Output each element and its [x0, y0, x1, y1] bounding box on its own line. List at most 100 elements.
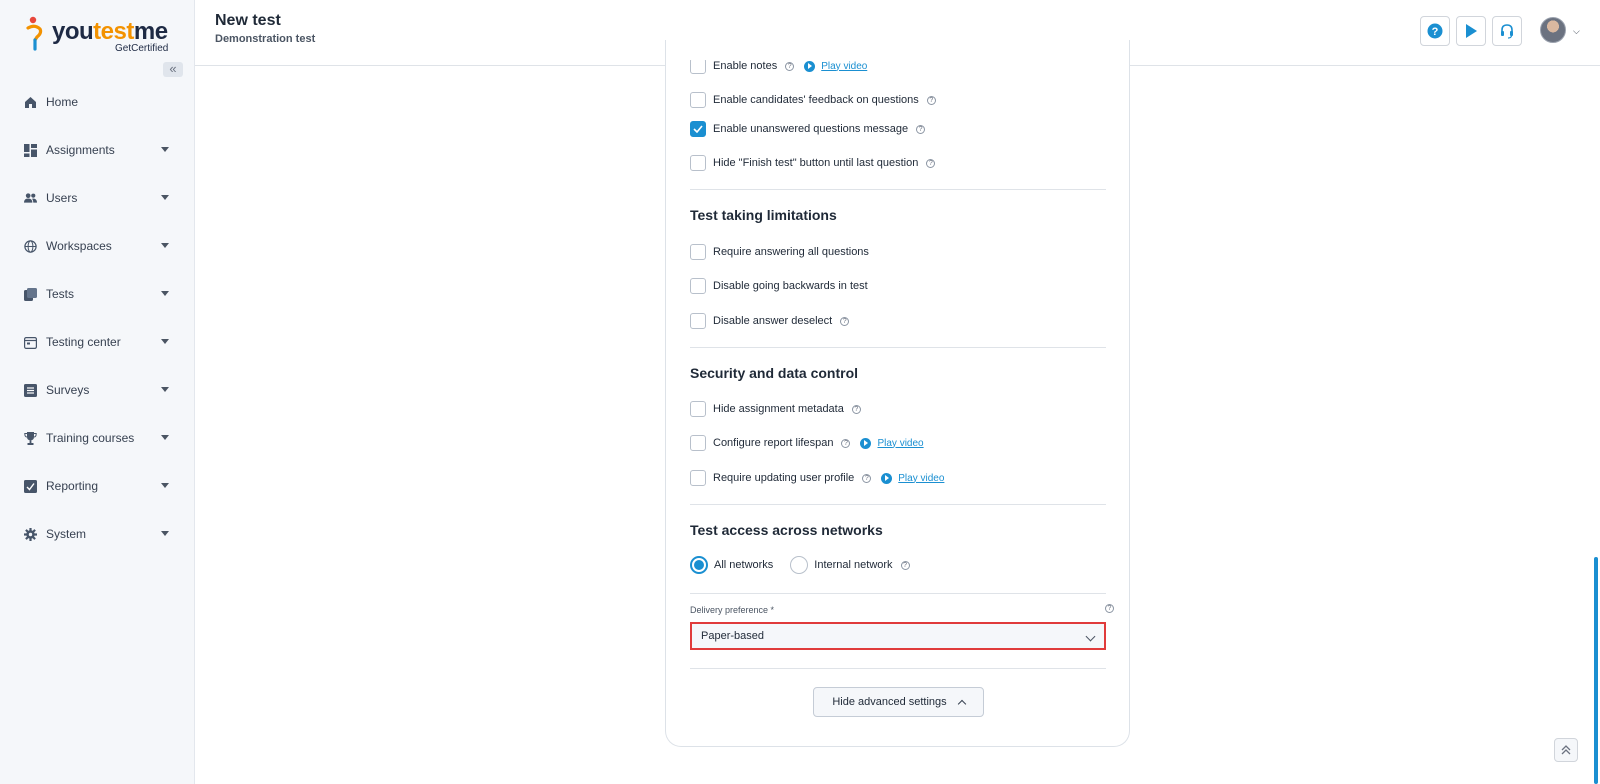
checkbox[interactable] [690, 470, 706, 486]
checkbox[interactable] [690, 401, 706, 417]
divider [690, 189, 1106, 190]
sidebar-item-assignments[interactable]: Assignments [0, 126, 195, 174]
tutorial-play-button[interactable] [1456, 16, 1486, 46]
delivery-preference-select[interactable]: Paper-based [690, 622, 1106, 650]
info-icon[interactable]: ? [862, 473, 872, 483]
setting-disable-deselect[interactable]: Disable answer deselect ? [690, 312, 850, 330]
info-icon[interactable]: ? [840, 316, 850, 326]
scroll-to-top-button[interactable] [1554, 738, 1578, 762]
svg-text:?: ? [1432, 26, 1439, 38]
chevron-down-icon [161, 435, 169, 440]
delivery-preference-label: Delivery preference * [690, 605, 775, 615]
support-button[interactable] [1492, 16, 1522, 46]
sidebar-item-reporting[interactable]: Reporting [0, 462, 195, 510]
play-video-link[interactable]: Play video [881, 472, 944, 484]
setting-require-answering[interactable]: Require answering all questions [690, 243, 869, 261]
chevron-up-icon [957, 699, 966, 709]
checkbox[interactable] [690, 435, 706, 451]
setting-label: Enable candidates' feedback on questions [713, 94, 919, 106]
setting-label: Hide "Finish test" button until last que… [713, 157, 919, 169]
setting-label: Disable going backwards in test [713, 280, 868, 292]
checkbox[interactable] [690, 60, 706, 74]
sidebar: youtestme GetCertified « Home Assignment… [0, 0, 195, 784]
divider [690, 668, 1106, 669]
setting-label: Hide assignment metadata [713, 403, 844, 415]
play-video-link[interactable]: Play video [804, 60, 867, 72]
setting-candidates-feedback[interactable]: Enable candidates' feedback on questions… [690, 91, 936, 109]
setting-hide-metadata[interactable]: Hide assignment metadata ? [690, 400, 861, 418]
sidebar-item-label: Training courses [46, 431, 135, 445]
radio-internal-network[interactable] [790, 556, 809, 574]
play-circle-icon [860, 437, 872, 449]
chevron-down-icon[interactable]: ⌵ [1573, 26, 1580, 37]
setting-label: Require answering all questions [713, 246, 869, 258]
radio-all-networks[interactable] [690, 556, 708, 574]
info-icon[interactable]: ? [841, 438, 851, 448]
checkbox[interactable] [690, 244, 706, 260]
sidebar-item-label: Workspaces [46, 239, 112, 253]
sidebar-item-workspaces[interactable]: Workspaces [0, 222, 195, 270]
dashboard-icon [24, 143, 37, 157]
info-icon[interactable]: ? [926, 158, 936, 168]
info-icon[interactable]: ? [916, 124, 926, 134]
logo-pin-icon [26, 16, 43, 51]
setting-unanswered-message[interactable]: Enable unanswered questions message ? [690, 120, 926, 138]
sidebar-item-label: System [46, 527, 87, 541]
help-button[interactable]: ? [1420, 16, 1450, 46]
chevron-down-icon [161, 339, 169, 344]
sidebar-item-label: Surveys [46, 383, 90, 397]
chevron-down-icon [1085, 631, 1096, 642]
logo-wordmark: youtestme [52, 18, 168, 45]
info-icon[interactable]: ? [851, 404, 861, 414]
checkbox[interactable] [690, 313, 706, 329]
select-value: Paper-based [701, 630, 764, 642]
sidebar-item-testing-center[interactable]: Testing center [0, 318, 195, 366]
setting-report-lifespan[interactable]: Configure report lifespan ? Play video [690, 434, 924, 452]
sidebar-item-label: Users [46, 191, 78, 205]
checkbox[interactable] [690, 92, 706, 108]
sidebar-item-training-courses[interactable]: Training courses [0, 414, 195, 462]
scrollbar-thumb[interactable] [1594, 557, 1598, 784]
info-icon[interactable]: ? [900, 560, 910, 570]
sidebar-item-label: Home [46, 95, 79, 109]
collapse-sidebar-button[interactable]: « [163, 62, 183, 77]
setting-label: Disable answer deselect [713, 315, 833, 327]
sidebar-item-label: Assignments [46, 143, 115, 157]
button-label: Hide advanced settings [832, 696, 947, 708]
setting-label: Configure report lifespan [713, 437, 834, 449]
play-icon [1466, 24, 1477, 38]
checkbox[interactable] [690, 278, 706, 294]
sidebar-item-system[interactable]: System [0, 510, 195, 558]
home-icon [24, 96, 37, 109]
sidebar-item-tests[interactable]: Tests [0, 270, 195, 318]
hide-advanced-settings-button[interactable]: Hide advanced settings [813, 687, 984, 717]
checkbox[interactable] [690, 155, 706, 171]
radio-label: All networks [714, 559, 774, 571]
sidebar-nav: Home Assignments Users Workspaces Tests … [0, 78, 195, 558]
section-title-limitations: Test taking limitations [690, 207, 837, 223]
checkbox-checked[interactable] [690, 121, 706, 137]
sidebar-item-users[interactable]: Users [0, 174, 195, 222]
play-video-link[interactable]: Play video [860, 437, 924, 449]
page-subtitle: Demonstration test [215, 33, 316, 45]
setting-hide-finish-button[interactable]: Hide "Finish test" button until last que… [690, 154, 936, 172]
info-icon[interactable]: ? [926, 95, 936, 105]
info-icon[interactable]: ? [1105, 604, 1114, 613]
setting-disable-backwards[interactable]: Disable going backwards in test [690, 277, 868, 295]
list-icon [24, 383, 37, 397]
sidebar-item-home[interactable]: Home [0, 78, 195, 126]
sidebar-item-surveys[interactable]: Surveys [0, 366, 195, 414]
headset-icon [1501, 24, 1513, 39]
info-icon[interactable]: ? [785, 61, 795, 71]
setting-update-profile[interactable]: Require updating user profile ? Play vid… [690, 469, 944, 487]
setting-enable-notes[interactable]: Enable notes ? Play video [690, 60, 867, 75]
users-icon [24, 192, 37, 205]
sidebar-item-label: Reporting [46, 479, 99, 493]
divider [690, 504, 1106, 505]
avatar[interactable] [1540, 17, 1566, 43]
logo[interactable]: youtestme GetCertified [24, 14, 174, 56]
play-circle-icon [804, 60, 816, 72]
chevron-down-icon [161, 147, 169, 152]
tests-icon [24, 287, 37, 301]
trophy-icon [24, 431, 37, 445]
